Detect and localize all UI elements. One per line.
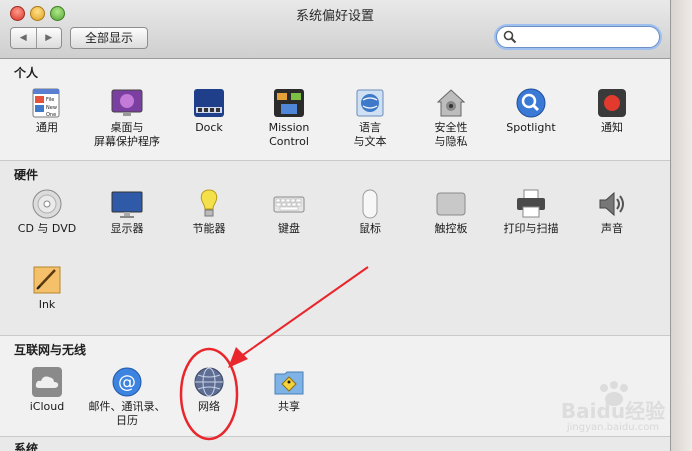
back-button[interactable]: ◀ — [11, 28, 36, 48]
pane-energy-saver[interactable]: 节能器 — [169, 188, 249, 236]
pane-security-privacy[interactable]: 安全性 与隐私 — [411, 87, 491, 149]
general-icon-new-text: New — [46, 105, 57, 111]
pane-cd-dvd[interactable]: CD 与 DVD — [7, 188, 87, 236]
section-title-personal: 个人 — [14, 66, 39, 80]
printer-icon — [517, 189, 545, 218]
pane-notifications[interactable]: 通知 — [572, 87, 652, 135]
pane-general[interactable]: File New One 通用 — [7, 87, 87, 135]
pane-label: 共享 — [278, 400, 300, 413]
mission-control-icon — [274, 89, 304, 117]
pane-dock[interactable]: Dock — [169, 87, 249, 135]
dock-icon — [194, 89, 224, 117]
pane-label-line2: 屏幕保护程序 — [94, 135, 160, 148]
pane-mail-contacts-calendars[interactable]: @ 邮件、通讯录、 日历 — [87, 366, 167, 428]
language-text-icon — [356, 89, 384, 117]
forward-button[interactable]: ▶ — [35, 28, 62, 48]
pane-label: 安全性 — [434, 121, 468, 134]
toolbar: 系统偏好设置 ◀ ▶ 全部显示 — [0, 0, 670, 59]
search-icon — [503, 30, 517, 44]
house-icon — [436, 89, 466, 117]
pane-label-line2: 日历 — [116, 414, 138, 427]
pane-label: 打印与扫描 — [503, 222, 559, 235]
trackpad-icon — [436, 192, 466, 216]
notifications-icon — [598, 89, 626, 117]
pane-label: 通用 — [36, 121, 58, 134]
at-sign-icon: @ — [112, 367, 142, 397]
pane-ink[interactable]: Ink — [7, 264, 87, 312]
pane-label: 触控板 — [434, 222, 468, 235]
lightbulb-icon — [200, 189, 218, 217]
pane-label: 键盘 — [278, 222, 300, 235]
pane-label: 声音 — [601, 222, 623, 235]
general-icon: File New One — [32, 88, 60, 118]
disc-icon — [32, 189, 62, 219]
pane-mission-control[interactable]: Mission Control — [249, 87, 329, 149]
pane-label: Mission — [268, 121, 310, 134]
pane-label: 鼠标 — [359, 222, 381, 235]
pane-label: CD 与 DVD — [17, 222, 77, 235]
pane-keyboard[interactable]: 键盘 — [249, 188, 329, 236]
sharing-folder-icon — [274, 371, 304, 395]
desktop-screensaver-icon — [111, 89, 143, 116]
pane-network[interactable]: 网络 — [169, 366, 249, 414]
svg-text:@: @ — [118, 372, 136, 393]
mouse-icon — [362, 189, 378, 219]
speaker-icon — [599, 191, 624, 217]
window-title: 系统偏好设置 — [295, 9, 374, 24]
pane-sound[interactable]: 声音 — [572, 188, 652, 236]
back-forward-group: ◀ ▶ — [10, 27, 62, 49]
pane-label: 节能器 — [192, 222, 226, 235]
pane-label-line2: 与隐私 — [434, 135, 468, 148]
section-hardware: 硬件 CD 与 DVD 显示器 节能器 键盘 鼠标 触控板 打印与扫描 声音 I… — [0, 161, 670, 336]
watermark-brand: Baidu经验 — [561, 399, 665, 423]
section-title-system: 系统 — [14, 442, 39, 451]
pane-displays[interactable]: 显示器 — [87, 188, 167, 236]
pane-desktop-screensaver[interactable]: 桌面与 屏幕保护程序 — [87, 87, 167, 149]
pane-label: Dock — [195, 121, 223, 134]
pane-label: iCloud — [29, 400, 65, 413]
pane-label: 语言 — [359, 121, 381, 134]
pane-label: 通知 — [601, 121, 623, 134]
icloud-icon — [32, 367, 62, 397]
section-personal: 个人 File New One 通用 桌面与 屏幕保护程序 Dock Missi… — [0, 59, 670, 161]
pane-label-line2: Control — [269, 135, 309, 148]
spotlight-icon — [516, 88, 546, 118]
pane-mouse[interactable]: 鼠标 — [330, 188, 410, 236]
pane-label: Spotlight — [506, 121, 556, 134]
general-icon-file-text: File — [46, 97, 54, 103]
general-icon-one-text: One — [46, 112, 56, 118]
pane-label: 桌面与 — [110, 121, 144, 134]
pane-sharing[interactable]: 共享 — [249, 366, 329, 414]
pane-spotlight[interactable]: Spotlight — [491, 87, 571, 135]
pane-label: 邮件、通讯录、 — [88, 400, 166, 413]
show-all-button[interactable]: 全部显示 — [70, 27, 148, 49]
pane-label: 网络 — [198, 400, 220, 413]
pane-trackpad[interactable]: 触控板 — [411, 188, 491, 236]
keyboard-icon — [273, 196, 305, 213]
pane-print-scan[interactable]: 打印与扫描 — [491, 188, 571, 236]
pane-language-text[interactable]: 语言 与文本 — [330, 87, 410, 149]
section-title-internet: 互联网与无线 — [14, 343, 87, 357]
search-field[interactable] — [496, 26, 660, 48]
network-globe-icon — [194, 367, 224, 397]
display-icon — [111, 191, 143, 218]
pane-label: Ink — [38, 298, 56, 311]
baidu-watermark-logo: Baidu经验 — [561, 381, 665, 423]
section-title-hardware: 硬件 — [14, 168, 39, 182]
pane-icloud[interactable]: iCloud — [7, 366, 87, 414]
watermark-site: jingyan.baidu.com — [566, 422, 660, 433]
ink-icon — [33, 266, 61, 294]
pane-label-line2: 与文本 — [353, 135, 387, 148]
pane-label: 显示器 — [110, 222, 144, 235]
